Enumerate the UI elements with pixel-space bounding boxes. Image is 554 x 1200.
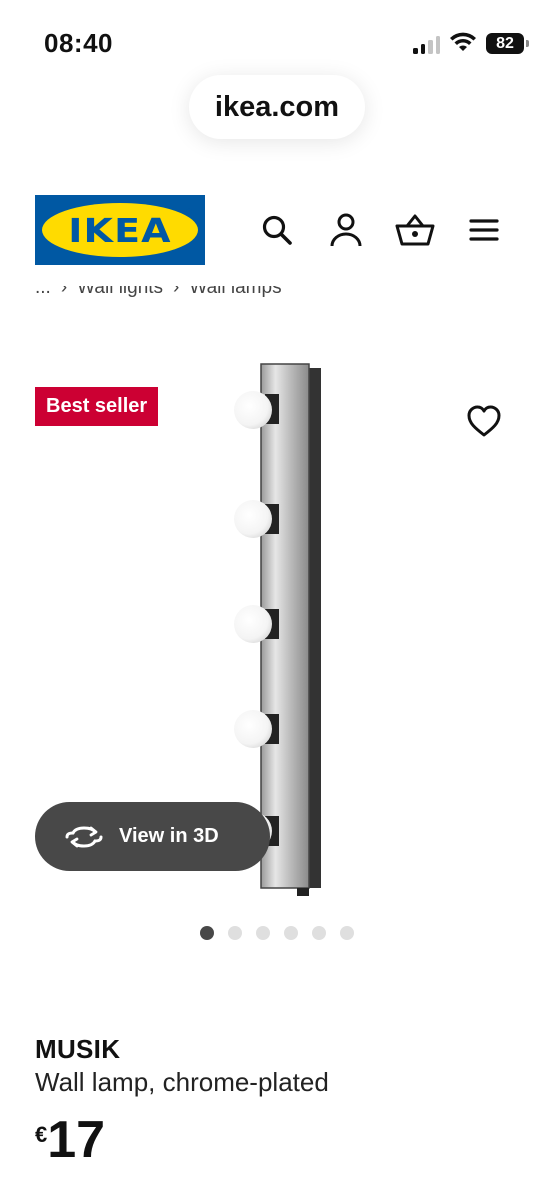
carousel-dot[interactable]	[312, 926, 326, 940]
breadcrumb-separator: ›	[173, 286, 180, 298]
ikea-logo[interactable]: IKEA ®	[35, 195, 205, 265]
menu-icon[interactable]	[464, 210, 504, 250]
breadcrumb-item-wall-lights[interactable]: Wall lights	[77, 286, 163, 299]
carousel-dot[interactable]	[256, 926, 270, 940]
favourite-heart-icon[interactable]	[465, 402, 503, 440]
view-in-3d-label: View in 3D	[119, 825, 219, 847]
carousel-dot[interactable]	[284, 926, 298, 940]
address-bar[interactable]: ikea.com	[189, 75, 365, 139]
price-currency: €	[35, 1122, 48, 1147]
wifi-icon	[450, 32, 476, 51]
rotate-3d-icon	[65, 825, 103, 848]
basket-icon[interactable]	[395, 210, 435, 250]
breadcrumb-separator: ›	[60, 286, 68, 298]
status-time: 08:40	[44, 28, 113, 58]
product-description: Wall lamp, chrome-plated	[35, 1067, 329, 1097]
carousel-dot-active[interactable]	[200, 926, 214, 940]
breadcrumb: ... › Wall lights › Wall lamps	[35, 286, 435, 302]
price-amount: 17	[47, 1111, 106, 1169]
product-name: MUSIK	[35, 1034, 121, 1064]
best-seller-badge: Best seller	[35, 387, 159, 426]
bulb	[234, 605, 279, 643]
carousel-dot[interactable]	[228, 926, 242, 940]
breadcrumb-item-wall-lamps[interactable]: Wall lamps	[189, 286, 281, 299]
logo-text: IKEA	[68, 210, 172, 250]
breadcrumb-item-more[interactable]: ...	[35, 286, 51, 299]
profile-icon[interactable]	[326, 210, 366, 250]
search-icon[interactable]	[257, 210, 297, 250]
bulb	[234, 500, 279, 538]
carousel-dot[interactable]	[340, 926, 354, 940]
product-price: € 17	[35, 1112, 105, 1168]
registered-mark: ®	[186, 207, 192, 216]
cellular-signal-icon	[413, 36, 440, 54]
image-carousel-dots	[200, 926, 354, 940]
bulb	[234, 391, 279, 429]
view-in-3d-button[interactable]: View in 3D	[35, 802, 270, 871]
battery-icon: 82	[486, 33, 529, 54]
bulb	[234, 710, 279, 748]
